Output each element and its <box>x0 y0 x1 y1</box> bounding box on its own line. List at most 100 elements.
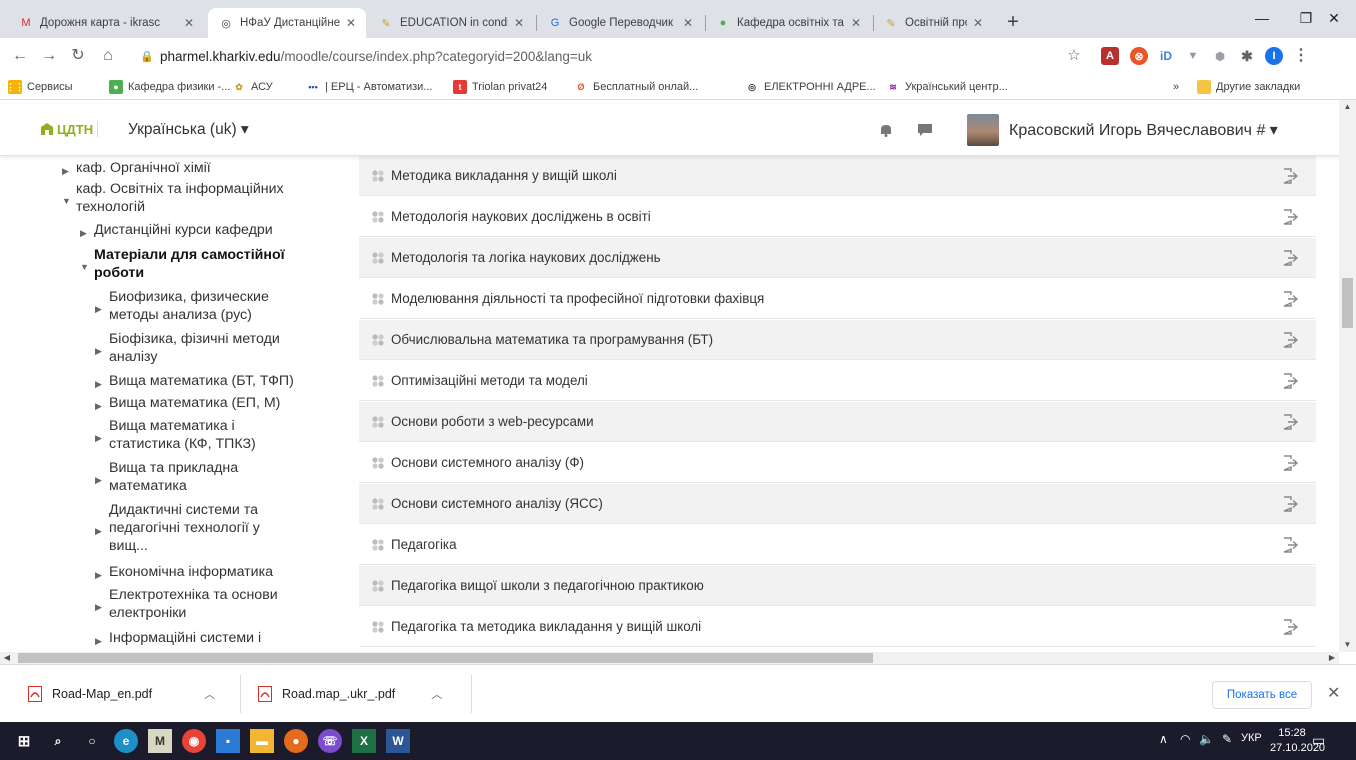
scroll-left-arrow-icon[interactable]: ◀ <box>0 652 14 664</box>
category-node[interactable]: ▶ Економічна інформатика <box>95 563 273 584</box>
math-app-icon[interactable]: M <box>148 729 172 753</box>
category-node[interactable]: ▶ Вища та прикладна математика <box>95 459 238 495</box>
category-node[interactable]: ▼ Матеріали для самостійної роботи <box>80 246 285 282</box>
category-node[interactable]: ▶ Дистанційні курси кафедри <box>80 221 273 242</box>
browser-tab[interactable]: ◎ НФаУ Дистанційне нав ✕ <box>208 8 366 38</box>
course-row[interactable]: Педагогіка <box>359 525 1316 565</box>
course-link[interactable]: Педагогіка <box>391 537 1282 552</box>
bookmark-star-icon[interactable]: ☆ <box>1062 44 1086 68</box>
enrol-icon[interactable] <box>1282 454 1298 471</box>
course-link[interactable]: Методологія наукових досліджень в освіті <box>391 209 1282 224</box>
adblock-extension-icon[interactable]: ⬢ <box>1211 47 1229 65</box>
course-link[interactable]: Обчислювальна математика та програмуванн… <box>391 332 1282 347</box>
browser-tab[interactable]: ✎ EDUCATION in conditio ✕ <box>368 8 534 38</box>
enrol-icon[interactable] <box>1282 208 1298 225</box>
collapsed-arrow-icon[interactable]: ▶ <box>95 629 109 650</box>
collapsed-arrow-icon[interactable]: ▶ <box>95 563 109 584</box>
back-icon[interactable]: ← <box>8 44 32 68</box>
collapsed-arrow-icon[interactable]: ▶ <box>95 330 109 366</box>
messages-icon[interactable] <box>917 123 933 137</box>
vertical-scroll-thumb[interactable] <box>1342 278 1353 328</box>
word-icon[interactable]: W <box>386 729 410 753</box>
close-tab-icon[interactable]: ✕ <box>849 16 863 30</box>
new-tab-button[interactable]: + <box>1000 10 1026 36</box>
bookmark-item[interactable]: ⋮⋮ Сервисы <box>6 79 73 95</box>
download-item-1[interactable]: Road-Map_en.pdf ︿ <box>28 681 215 707</box>
other-bookmarks-folder[interactable]: Другие закладки <box>1197 79 1300 95</box>
collapsed-arrow-icon[interactable]: ▶ <box>62 159 76 180</box>
pen-icon[interactable]: ✎ <box>1222 732 1232 746</box>
bookmark-item[interactable]: t Triolan privat24 <box>453 79 547 95</box>
category-node[interactable]: ▶ Биофизика, физические методы анализа (р… <box>95 288 269 324</box>
browser-tab[interactable]: M Дорожня карта - ikrasc ✕ <box>8 8 204 38</box>
category-node[interactable]: ▶ Біофізика, фізичні методи аналізу <box>95 330 280 366</box>
course-link[interactable]: Педагогіка вищої школи з педагогічною пр… <box>391 578 1316 593</box>
course-link[interactable]: Методика викладання у вищій школі <box>391 168 1282 183</box>
close-tab-icon[interactable]: ✕ <box>182 16 196 30</box>
close-tab-icon[interactable]: ✕ <box>681 16 695 30</box>
profile-avatar-icon[interactable]: I <box>1265 47 1283 65</box>
category-node[interactable]: ▶ Вища математика і статистика (КФ, ТПКЗ) <box>95 417 256 453</box>
category-node[interactable]: ▶ Вища математика (БТ, ТФП) <box>95 372 294 393</box>
scroll-right-arrow-icon[interactable]: ▶ <box>1325 652 1339 664</box>
course-row[interactable]: Методика викладання у вищій школі <box>359 156 1316 196</box>
enrol-icon[interactable] <box>1282 536 1298 553</box>
collapsed-arrow-icon[interactable]: ▶ <box>80 221 94 242</box>
course-link[interactable]: Оптимізаційні методи та моделі <box>391 373 1282 388</box>
windows-start-icon[interactable]: ⊞ <box>12 729 36 753</box>
tray-chevron-icon[interactable]: ∧ <box>1159 732 1168 746</box>
viber-icon[interactable]: ☏ <box>318 729 342 753</box>
collapsed-arrow-icon[interactable]: ▶ <box>95 288 109 324</box>
shield-extension-icon[interactable]: ▼ <box>1184 47 1202 65</box>
bookmarks-more-button[interactable]: » <box>1173 79 1179 95</box>
horizontal-scrollbar[interactable]: ◀ ▶ <box>0 652 1339 664</box>
notifications-icon[interactable]: ▭ <box>1312 732 1325 749</box>
expanded-arrow-icon[interactable]: ▼ <box>80 246 94 282</box>
close-tab-icon[interactable]: ✕ <box>344 16 358 30</box>
scroll-up-arrow-icon[interactable]: ▲ <box>1339 100 1356 114</box>
course-row[interactable]: Методологія наукових досліджень в освіті <box>359 197 1316 237</box>
enrol-icon[interactable] <box>1282 413 1298 430</box>
category-node[interactable]: ▶ Дидактичні системи та педагогічні техно… <box>95 501 260 555</box>
chevron-up-icon[interactable]: ︿ <box>431 686 442 702</box>
course-row[interactable]: Педагогіка та методика викладання у вищі… <box>359 607 1316 647</box>
extensions-puzzle-icon[interactable]: ✱ <box>1238 47 1256 65</box>
collapsed-arrow-icon[interactable]: ▶ <box>95 459 109 495</box>
close-tab-icon[interactable]: ✕ <box>512 16 526 30</box>
category-node[interactable]: ▶ Вища математика (ЕП, М) <box>95 394 280 415</box>
network-icon[interactable]: ◠ <box>1180 732 1190 746</box>
bookmark-item[interactable]: Ø Бесплатный онлай... <box>574 79 698 95</box>
close-window-button[interactable]: ✕ <box>1312 4 1356 32</box>
minimize-button[interactable]: — <box>1240 4 1284 32</box>
course-row[interactable]: Моделювання діяльності та професійної пі… <box>359 279 1316 319</box>
browser-tab[interactable]: ✎ Освітній процес в умо ✕ <box>873 8 993 38</box>
browser-tab[interactable]: ● Кафедра освітніх та інс ✕ <box>705 8 871 38</box>
keyboard-language[interactable]: УКР <box>1241 732 1262 744</box>
language-menu[interactable]: Українська (uk) ▾ <box>128 120 249 139</box>
task-view-icon[interactable]: ○ <box>80 729 104 753</box>
collapsed-arrow-icon[interactable]: ▶ <box>95 501 109 555</box>
enrol-icon[interactable] <box>1282 331 1298 348</box>
course-row[interactable]: Обчислювальна математика та програмуванн… <box>359 320 1316 360</box>
course-row[interactable]: Основи системного аналізу (Ф) <box>359 443 1316 483</box>
category-node[interactable]: ▶ Електротехніка та основи електроніки <box>95 586 278 622</box>
category-node[interactable]: ▼ каф. Освітніх та інформаційних технолог… <box>62 180 284 216</box>
collapsed-arrow-icon[interactable]: ▶ <box>95 372 109 393</box>
pdf-extension-icon[interactable]: A <box>1101 47 1119 65</box>
bookmark-item[interactable]: ≋ Український центр... <box>886 79 1008 95</box>
enrol-icon[interactable] <box>1282 290 1298 307</box>
address-bar[interactable]: 🔒 pharmel.kharkiv.edu/moodle/course/inde… <box>140 43 1086 69</box>
scroll-down-arrow-icon[interactable]: ▼ <box>1339 638 1356 652</box>
extension-icon[interactable]: ⊗ <box>1130 47 1148 65</box>
clock[interactable]: 15:28 27.10.2020 <box>1270 726 1325 756</box>
avatar[interactable] <box>967 114 999 146</box>
volume-icon[interactable]: 🔈 <box>1199 732 1214 746</box>
file-explorer-icon[interactable]: ▬ <box>250 729 274 753</box>
show-all-downloads-button[interactable]: Показать все <box>1212 681 1312 709</box>
course-link[interactable]: Основи роботи з web-ресурсами <box>391 414 1282 429</box>
forward-icon[interactable]: → <box>37 44 61 68</box>
collapsed-arrow-icon[interactable]: ▶ <box>95 417 109 453</box>
course-link[interactable]: Моделювання діяльності та професійної пі… <box>391 291 1282 306</box>
search-icon[interactable]: ⌕ <box>46 729 70 753</box>
home-icon[interactable]: ⌂ <box>96 44 120 68</box>
